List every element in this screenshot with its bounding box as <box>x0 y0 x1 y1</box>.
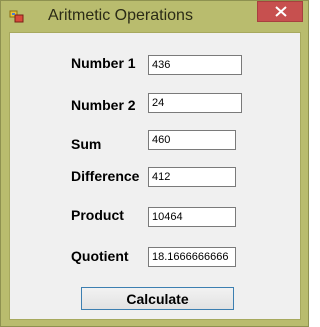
quotient-output[interactable] <box>148 247 236 267</box>
window-title: Aritmetic Operations <box>48 7 193 24</box>
calculate-button[interactable]: Calculate <box>81 287 234 310</box>
number2-input[interactable] <box>148 93 242 113</box>
product-output[interactable] <box>148 207 236 227</box>
close-button[interactable] <box>257 1 303 22</box>
number1-input[interactable] <box>148 55 242 75</box>
product-label: Product <box>71 207 124 223</box>
title-bar[interactable]: Aritmetic Operations <box>1 1 308 32</box>
quotient-label: Quotient <box>71 248 129 264</box>
sum-label: Sum <box>71 136 102 152</box>
form-client-area: Number 1 Number 2 Sum Difference Product… <box>9 32 301 320</box>
number2-label: Number 2 <box>71 97 136 113</box>
app-window: Aritmetic Operations Number 1 Number 2 S… <box>0 0 309 327</box>
difference-label: Difference <box>71 168 140 184</box>
sum-output[interactable] <box>148 130 236 150</box>
number1-label: Number 1 <box>71 55 136 71</box>
close-icon <box>275 6 287 17</box>
difference-output[interactable] <box>148 167 236 187</box>
app-icon <box>9 9 25 23</box>
